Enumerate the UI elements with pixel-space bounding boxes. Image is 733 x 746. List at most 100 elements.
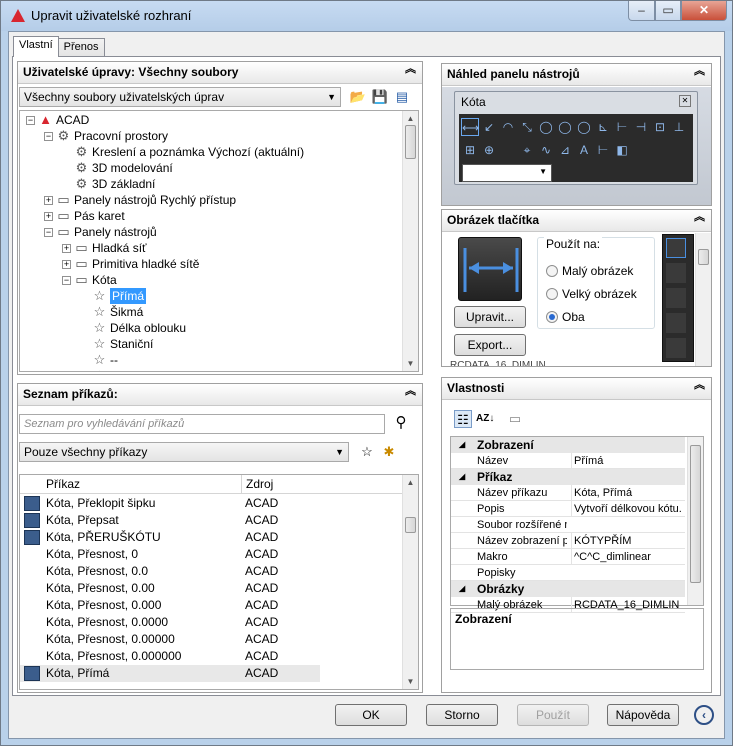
edit-button[interactable]: Upravit... — [454, 306, 526, 328]
expand-toggle-icon[interactable]: + — [62, 259, 71, 269]
maximize-button[interactable]: ▭ — [655, 1, 681, 21]
expand-toggle-icon[interactable]: + — [62, 243, 71, 253]
property-pages-icon[interactable]: ▭ — [506, 410, 524, 428]
toolbar-button-icon[interactable]: ⊣ — [632, 118, 650, 136]
image-thumb-icon[interactable] — [666, 288, 686, 308]
tree-item[interactable]: ☆ Staniční — [80, 336, 154, 352]
scroll-down-icon[interactable]: ▼ — [403, 356, 418, 371]
load-partial-icon[interactable]: ▤ — [393, 88, 411, 106]
expand-toggle-icon[interactable]: − — [44, 131, 53, 141]
categorized-icon[interactable]: ☷ — [454, 410, 472, 428]
collapse-chevron-icon[interactable]: ︽ — [405, 386, 416, 397]
toolbar-button-icon[interactable]: A — [575, 141, 593, 159]
table-row[interactable]: Kóta, Přesnost, 0 ACAD — [20, 546, 320, 563]
toolbar-button-icon[interactable]: ⊾ — [594, 118, 612, 136]
close-button[interactable]: ✕ — [681, 1, 727, 21]
col-source[interactable]: Zdroj — [241, 475, 273, 493]
scroll-up-icon[interactable]: ▲ — [403, 475, 418, 490]
export-button[interactable]: Export... — [454, 334, 526, 356]
radio-large-image[interactable]: Velký obrázek — [546, 287, 637, 301]
toolbar-button-icon[interactable]: ◯ — [556, 118, 574, 136]
table-row[interactable]: Kóta, Přepsat ACAD — [20, 512, 320, 529]
property-category[interactable]: ◢ Zobrazení — [451, 437, 685, 453]
toolbar-button-icon[interactable]: ◯ — [537, 118, 555, 136]
help-button[interactable]: Nápověda — [607, 704, 679, 726]
toolbar-button-icon[interactable]: ◠ — [499, 118, 517, 136]
property-row[interactable]: Popisky — [451, 565, 685, 581]
toolbar-button-icon[interactable]: ⌖ — [518, 141, 536, 159]
property-grid[interactable]: ◢ Zobrazení Název Přímá ◢ Příkaz Název příkazu… — [450, 436, 704, 613]
radio-small-image[interactable]: Malý obrázek — [546, 264, 633, 278]
scroll-thumb[interactable] — [405, 517, 416, 533]
expand-toggle-icon[interactable]: − — [26, 115, 35, 125]
property-value[interactable]: Přímá — [571, 453, 685, 469]
collapse-chevron-icon[interactable]: ︽ — [694, 380, 705, 391]
toolbar-button-icon[interactable]: ⊕ — [480, 141, 498, 159]
property-category[interactable]: ◢ Příkaz — [451, 469, 685, 485]
property-row[interactable]: Název příkazu Kóta, Přímá — [451, 485, 685, 501]
table-row[interactable]: Kóta, Přesnost, 0.000 ACAD — [20, 597, 320, 614]
customizations-tree[interactable]: − ▲ ACAD − ⚙ Pracovní prostory ⚙ Kreslení a poz… — [19, 110, 419, 372]
tree-item[interactable]: ☆Poloměr — [80, 368, 155, 371]
tree-item[interactable]: + ▭ Hladká síť — [62, 240, 147, 256]
property-value[interactable]: KÓTYPŘÍM — [571, 533, 685, 549]
tree-item[interactable]: ⚙ 3D modelování — [62, 160, 173, 176]
ok-button[interactable]: OK — [335, 704, 407, 726]
table-row[interactable]: Kóta, Překlopit šipku ACAD — [20, 495, 320, 512]
tree-scrollbar[interactable]: ▲ ▼ — [402, 111, 418, 371]
table-row[interactable]: Kóta, Přesnost, 0.000000 ACAD — [20, 648, 320, 665]
image-thumb-icon[interactable] — [666, 338, 686, 358]
toolbar-button-icon[interactable]: ⊢ — [594, 141, 612, 159]
toolbar-button-icon[interactable]: ⤡ — [518, 118, 536, 136]
collapse-chevron-icon[interactable]: ︽ — [405, 64, 416, 75]
toolbar-button-icon[interactable]: ⟷ — [461, 118, 479, 136]
scroll-up-icon[interactable]: ▲ — [403, 111, 418, 126]
toolbar-button-icon[interactable]: ↙ — [480, 118, 498, 136]
minimize-button[interactable]: – — [628, 1, 655, 21]
tree-item[interactable]: ☆ Přímá — [80, 288, 147, 304]
expand-toggle-icon[interactable]: − — [44, 227, 53, 237]
table-row[interactable]: Kóta, Přesnost, 0.00000 ACAD — [20, 631, 320, 648]
toolbar-button-icon[interactable]: ⊡ — [651, 118, 669, 136]
command-filter-combo[interactable]: Pouze všechny příkazy ▼ — [19, 442, 349, 462]
toolbar-button-icon[interactable]: ⊞ — [461, 141, 479, 159]
property-row[interactable]: Popis Vytvoří délkovou kótu. — [451, 501, 685, 517]
save-icon[interactable]: 💾 — [371, 88, 389, 106]
property-value[interactable]: Kóta, Přímá — [571, 485, 685, 501]
open-file-icon[interactable]: 📂 — [349, 88, 367, 106]
property-row[interactable]: Soubor rozšířené n — [451, 517, 685, 533]
table-row[interactable]: Kóta, Přesnost, 0.0000 ACAD — [20, 614, 320, 631]
expand-toggle-icon[interactable]: + — [44, 211, 53, 221]
property-row[interactable]: Makro ^C^C_dimlinear — [451, 549, 685, 565]
radio-both[interactable]: Oba — [546, 310, 585, 324]
scroll-down-icon[interactable]: ▼ — [403, 674, 418, 689]
title-bar[interactable]: Upravit uživatelské rozhraní – ▭ ✕ — [1, 1, 732, 31]
sort-alpha-icon[interactable]: AZ↓ — [476, 410, 494, 428]
property-scrollbar[interactable] — [687, 437, 703, 605]
property-value[interactable]: Vytvoří délkovou kótu. — [571, 501, 685, 517]
property-row[interactable]: Název zobrazení p KÓTYPŘÍM — [451, 533, 685, 549]
tree-item[interactable]: − ⚙ Pracovní prostory — [44, 128, 168, 144]
expand-toggle-icon[interactable]: + — [44, 195, 53, 205]
collapse-triangle-icon[interactable]: ◢ — [459, 469, 465, 485]
tree-item[interactable]: + ▭ Primitiva hladké sítě — [62, 256, 199, 272]
collapse-triangle-icon[interactable]: ◢ — [459, 437, 465, 453]
collapse-chevron-icon[interactable]: ︽ — [694, 212, 705, 223]
tree-item[interactable]: ☆ Délka oblouku — [80, 320, 186, 336]
toolbar-button-icon[interactable]: ◧ — [613, 141, 631, 159]
collapse-panel-icon[interactable]: ‹ — [694, 705, 714, 725]
image-scrollbar[interactable] — [695, 233, 711, 366]
tree-item[interactable]: − ▭ Kóta — [62, 272, 117, 288]
col-command[interactable]: Příkaz — [46, 475, 80, 493]
command-table[interactable]: Příkaz Zdroj Kóta, Překlopit šipku ACAD Kó… — [19, 474, 419, 690]
property-category[interactable]: ◢ Obrázky — [451, 581, 685, 597]
table-row[interactable]: Kóta, Přesnost, 0.00 ACAD — [20, 580, 320, 597]
toolbar-button-icon[interactable]: ⊢ — [613, 118, 631, 136]
search-icon[interactable]: ⚲ — [392, 414, 410, 432]
tab-custom[interactable]: Vlastní — [13, 36, 59, 57]
image-thumb-icon[interactable] — [666, 313, 686, 333]
new-command-icon[interactable]: ✱ — [380, 443, 398, 461]
scroll-thumb[interactable] — [405, 125, 416, 159]
dimstyle-dropdown[interactable]: ▼ — [462, 164, 552, 182]
tree-item[interactable]: ☆ -- — [80, 352, 118, 368]
